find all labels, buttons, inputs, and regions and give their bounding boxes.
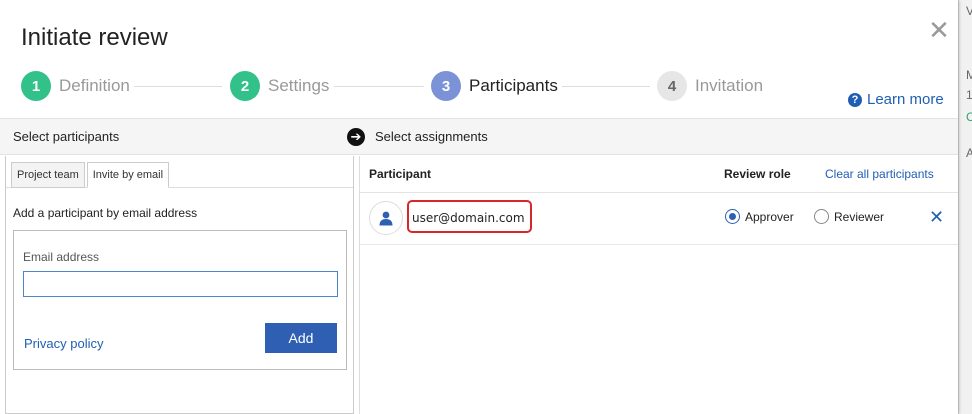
step-label: Settings	[268, 76, 330, 95]
avatar	[369, 201, 403, 235]
close-icon[interactable]: ✕	[928, 17, 950, 43]
table-row: user@domain.com Approver Reviewer ✕	[360, 193, 958, 245]
step-number: 3	[431, 71, 461, 101]
tab-project-team[interactable]: Project team	[11, 162, 85, 188]
step-label: Definition	[59, 76, 130, 95]
reviewer-label: Reviewer	[834, 209, 885, 224]
background-app-strip: V M 1 C A	[958, 0, 972, 414]
assignments-table-header: Participant Review role Clear all partic…	[360, 156, 958, 193]
step-connector	[562, 86, 650, 87]
tab-invite-by-email[interactable]: Invite by email	[86, 162, 170, 188]
role-approver-option[interactable]: Approver	[725, 209, 794, 224]
column-header-participant: Participant	[369, 167, 432, 181]
participant-picker-panel: Project team Invite by email Add a parti…	[5, 156, 354, 414]
clear-all-participants-link[interactable]: Clear all participants	[825, 167, 934, 181]
help-icon: ?	[848, 92, 862, 107]
remove-participant-icon[interactable]: ✕	[929, 207, 944, 228]
initiate-review-dialog: Initiate review ✕ 1 Definition 2 Setting…	[0, 0, 958, 414]
step-number: 4	[657, 71, 687, 101]
role-reviewer-option[interactable]: Reviewer	[814, 209, 884, 224]
step-number: 1	[21, 71, 51, 101]
step-connector	[334, 86, 424, 87]
step-number: 2	[230, 71, 260, 101]
email-address-label: Email address	[23, 250, 100, 264]
participant-email: user@domain.com	[412, 211, 525, 225]
approver-label: Approver	[745, 209, 794, 224]
step-connector	[134, 86, 222, 87]
user-icon	[379, 211, 393, 226]
step-definition[interactable]: 1 Definition	[21, 70, 130, 102]
step-settings[interactable]: 2 Settings	[230, 70, 329, 102]
email-address-input[interactable]	[23, 271, 338, 297]
learn-more-link[interactable]: ? Learn more	[848, 91, 944, 108]
step-label: Invitation	[695, 76, 764, 95]
section-header-bar: Select participants ➔ Select assignments	[0, 118, 958, 155]
step-participants[interactable]: 3 Participants	[431, 70, 558, 102]
select-assignments-heading: Select assignments	[375, 129, 488, 144]
step-invitation[interactable]: 4 Invitation	[657, 70, 763, 102]
arrow-right-icon: ➔	[347, 128, 365, 146]
add-participant-heading: Add a participant by email address	[13, 206, 198, 220]
invite-email-box: Email address Privacy policy Add	[13, 230, 347, 370]
reviewer-radio[interactable]	[814, 209, 829, 224]
assignments-panel: Participant Review role Clear all partic…	[359, 156, 958, 414]
learn-more-label: Learn more	[867, 91, 944, 108]
wizard-stepper: 1 Definition 2 Settings 3 Participants 4…	[0, 70, 958, 104]
participant-tabs: Project team Invite by email	[11, 162, 171, 188]
approver-radio[interactable]	[725, 209, 740, 224]
select-participants-heading: Select participants	[13, 129, 120, 144]
add-button[interactable]: Add	[265, 323, 337, 353]
privacy-policy-link[interactable]: Privacy policy	[24, 336, 103, 351]
column-header-review-role: Review role	[724, 167, 791, 181]
dialog-title: Initiate review	[21, 24, 168, 51]
step-label: Participants	[469, 76, 558, 95]
